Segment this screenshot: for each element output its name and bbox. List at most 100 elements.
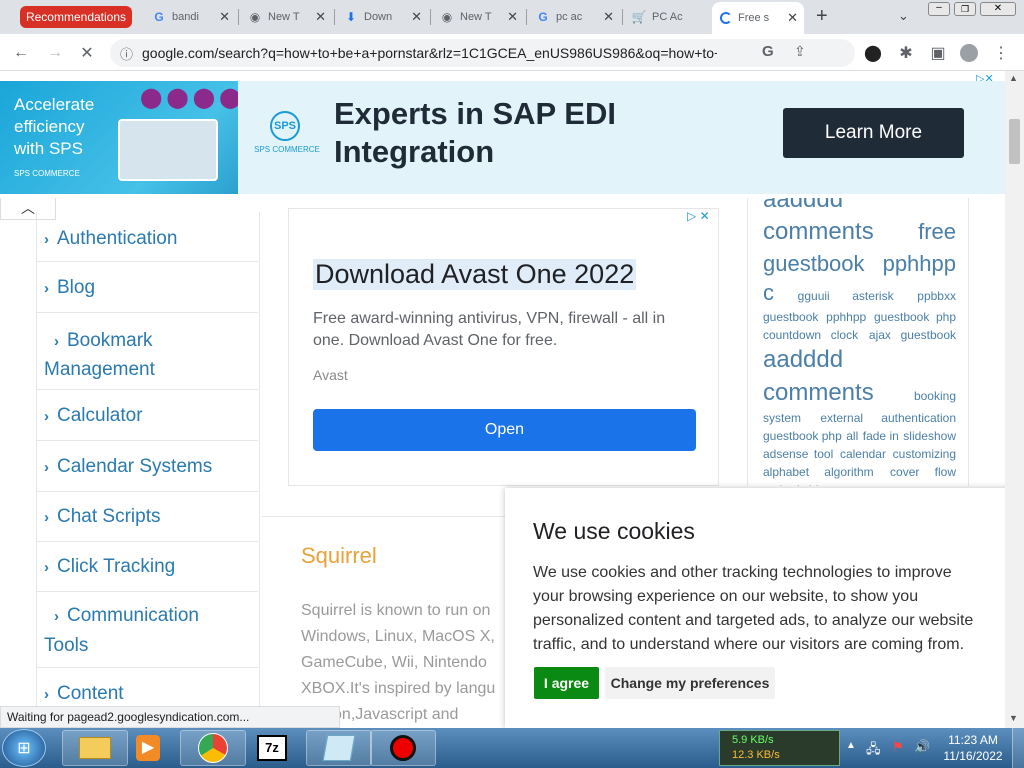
tag-cloud-item[interactable]: ajax guestbook xyxy=(869,328,956,342)
chevron-right-icon: › xyxy=(44,686,49,703)
chevron-right-icon: › xyxy=(44,509,49,526)
tray-volume-icon[interactable]: 🔊 xyxy=(914,739,930,755)
back-icon[interactable]: ← xyxy=(10,42,32,64)
sidebar-item-communication-tools[interactable]: › Communication Tools xyxy=(36,592,258,668)
sidebar-item-authentication[interactable]: › Authentication xyxy=(36,216,258,262)
chrome-icon: ◉ xyxy=(249,10,261,24)
site-info-icon[interactable]: ⓘ xyxy=(120,44,133,63)
taskbar-notepad[interactable] xyxy=(306,730,372,766)
tab-new-1[interactable]: ◉ New T ✕ xyxy=(240,4,332,30)
scroll-up-arrow-icon[interactable]: ▲ xyxy=(1009,73,1018,83)
sidebar-item-bookmark-management[interactable]: › Bookmark Management xyxy=(36,314,258,390)
google-lens-icon[interactable]: G xyxy=(762,43,774,60)
maximize-button[interactable]: ❐ xyxy=(954,2,976,16)
tag-cloud-item[interactable]: system xyxy=(763,411,801,425)
tag-cloud-item[interactable]: guestbook php xyxy=(874,310,956,324)
tag-cloud-item[interactable]: cover flow xyxy=(890,465,956,479)
close-window-button[interactable]: ✕ xyxy=(980,2,1016,16)
address-bar[interactable]: ⓘ google.com/search?q=how+to+be+a+pornst… xyxy=(110,39,855,67)
cookie-preferences-button[interactable]: Change my preferences xyxy=(605,667,775,699)
tray-flag-icon[interactable]: ⚑ xyxy=(892,739,904,755)
close-icon[interactable]: ✕ xyxy=(603,9,614,25)
location-pin-icon[interactable]: ⬤ xyxy=(862,42,884,64)
avast-ad-title[interactable]: Download Avast One 2022 xyxy=(313,259,637,290)
profile-avatar-icon[interactable] xyxy=(958,42,980,64)
adchoices-icon[interactable]: ▷ ✕ xyxy=(687,209,710,223)
clock-time[interactable]: 11:23 AM xyxy=(942,733,1004,747)
article-title[interactable]: Squirrel xyxy=(301,543,377,569)
tab-download[interactable]: ⬇ Down ✕ xyxy=(336,4,428,30)
tag-cloud-item[interactable]: pphhpp xyxy=(826,310,866,324)
close-icon[interactable]: ✕ xyxy=(787,10,798,26)
cookie-agree-button[interactable]: I agree xyxy=(534,667,599,699)
tab-search-icon[interactable]: ⌄ xyxy=(898,8,909,24)
7zip-icon: 7z xyxy=(257,735,287,761)
tag-cloud-item[interactable]: external authentication xyxy=(820,411,956,425)
tag-cloud-item[interactable]: guestbook xyxy=(763,310,818,324)
tag-cloud-item[interactable]: guestbook php xyxy=(763,429,842,443)
side-panel-icon[interactable]: ▣ xyxy=(927,42,949,64)
tag-cloud-item[interactable]: embed video xyxy=(763,483,832,486)
tab-pc-ac-shop[interactable]: 🛒 PC Ac xyxy=(624,4,710,30)
tab-label: bandi xyxy=(172,11,199,23)
tag-cloud-item[interactable]: all xyxy=(846,429,858,443)
top-ad-banner[interactable]: ▷✕ Accelerate efficiency with SPS ⬤⬤⬤⬤ S… xyxy=(0,71,1005,198)
close-icon[interactable]: ✕ xyxy=(507,9,518,25)
avast-open-button[interactable]: Open xyxy=(313,409,696,451)
tab-bandi[interactable]: G bandi ✕ xyxy=(144,4,236,30)
ad-left-text: Accelerate efficiency with SPS xyxy=(14,95,95,158)
address-text[interactable]: google.com/search?q=how+to+be+a+pornstar… xyxy=(142,45,717,61)
download-speed: 12.3 KB/s xyxy=(732,749,780,761)
share-icon[interactable]: ⇪ xyxy=(794,43,806,60)
google-icon: G xyxy=(538,10,548,24)
clock-date[interactable]: 11/16/2022 xyxy=(942,749,1004,763)
minimize-button[interactable]: – xyxy=(928,2,950,16)
sidebar-item-click-tracking[interactable]: › Click Tracking xyxy=(36,542,258,592)
taskbar-recorder[interactable] xyxy=(370,730,436,766)
close-icon[interactable]: ✕ xyxy=(219,9,230,25)
tag-cloud-item[interactable]: ppbbxx xyxy=(917,289,956,303)
avast-ad[interactable]: ▷ ✕ Download Avast One 2022 Free award-w… xyxy=(288,208,719,486)
tag-cloud-item[interactable]: aadddd comments xyxy=(763,198,874,245)
tag-cloud-item[interactable]: countdown clock xyxy=(763,328,858,342)
tray-expand-icon[interactable]: ▲ xyxy=(846,740,856,751)
menu-kebab-icon[interactable]: ⋮ xyxy=(990,42,1012,64)
tag-cloud-item[interactable]: gguuii asterisk xyxy=(798,289,894,303)
tag-cloud-item[interactable]: aadddd comments xyxy=(763,346,874,405)
cookie-dialog: We use cookies We use cookies and other … xyxy=(505,488,1024,728)
taskbar-7zip[interactable]: 7z xyxy=(244,730,300,766)
sidebar-item-calculator[interactable]: › Calculator xyxy=(36,391,258,441)
close-icon[interactable]: ✕ xyxy=(411,9,422,25)
taskbar-chrome[interactable] xyxy=(180,730,246,766)
tag-cloud-item[interactable]: fade in xyxy=(863,429,899,443)
tag-cloud-item[interactable]: calendar xyxy=(840,447,886,461)
tab-pc-ac-search[interactable]: G pc ac ✕ xyxy=(528,4,620,30)
tag-cloud-item[interactable]: customizing xyxy=(893,447,956,461)
scrollbar-thumb[interactable] xyxy=(1009,119,1020,164)
show-desktop-button[interactable] xyxy=(1012,728,1024,768)
stop-icon[interactable]: ✕ xyxy=(76,42,98,64)
page-scrollbar[interactable]: ▲ ▼ xyxy=(1005,71,1024,728)
close-icon[interactable]: ✕ xyxy=(315,9,326,25)
scroll-down-arrow-icon[interactable]: ▼ xyxy=(1009,713,1018,723)
new-tab-button[interactable]: + xyxy=(816,5,828,28)
extensions-icon[interactable]: ✱ xyxy=(895,42,917,64)
tab-recommendations[interactable]: Recommendations xyxy=(20,6,132,28)
taskbar-media-player[interactable]: ▶ xyxy=(116,730,180,766)
sidebar-item-calendar-systems[interactable]: › Calendar Systems xyxy=(36,442,258,492)
sps-logo-icon: SPS xyxy=(270,111,300,141)
tag-cloud-item[interactable]: post xyxy=(836,483,859,486)
tab-free-active[interactable]: Free s ✕ xyxy=(712,2,804,34)
tag-cloud-item[interactable]: booking xyxy=(914,389,956,403)
sidebar-item-blog[interactable]: › Blog xyxy=(36,263,258,313)
learn-more-button[interactable]: Learn More xyxy=(783,108,964,158)
tray-network-icon[interactable]: 🖧 xyxy=(866,740,881,762)
forward-icon[interactable]: → xyxy=(44,42,66,64)
tag-cloud-item[interactable]: alphabet algorithm xyxy=(763,465,874,479)
tab-new-2[interactable]: ◉ New T ✕ xyxy=(432,4,524,30)
tag-cloud-item[interactable]: adsense tool xyxy=(763,447,833,461)
ad-main-panel: SPS SPS COMMERCE Experts in SAP EDI Inte… xyxy=(238,81,1005,194)
sidebar-item-chat-scripts[interactable]: › Chat Scripts xyxy=(36,492,258,542)
tag-cloud-item[interactable]: slideshow xyxy=(903,429,956,443)
start-button[interactable]: ⊞ xyxy=(2,729,46,767)
